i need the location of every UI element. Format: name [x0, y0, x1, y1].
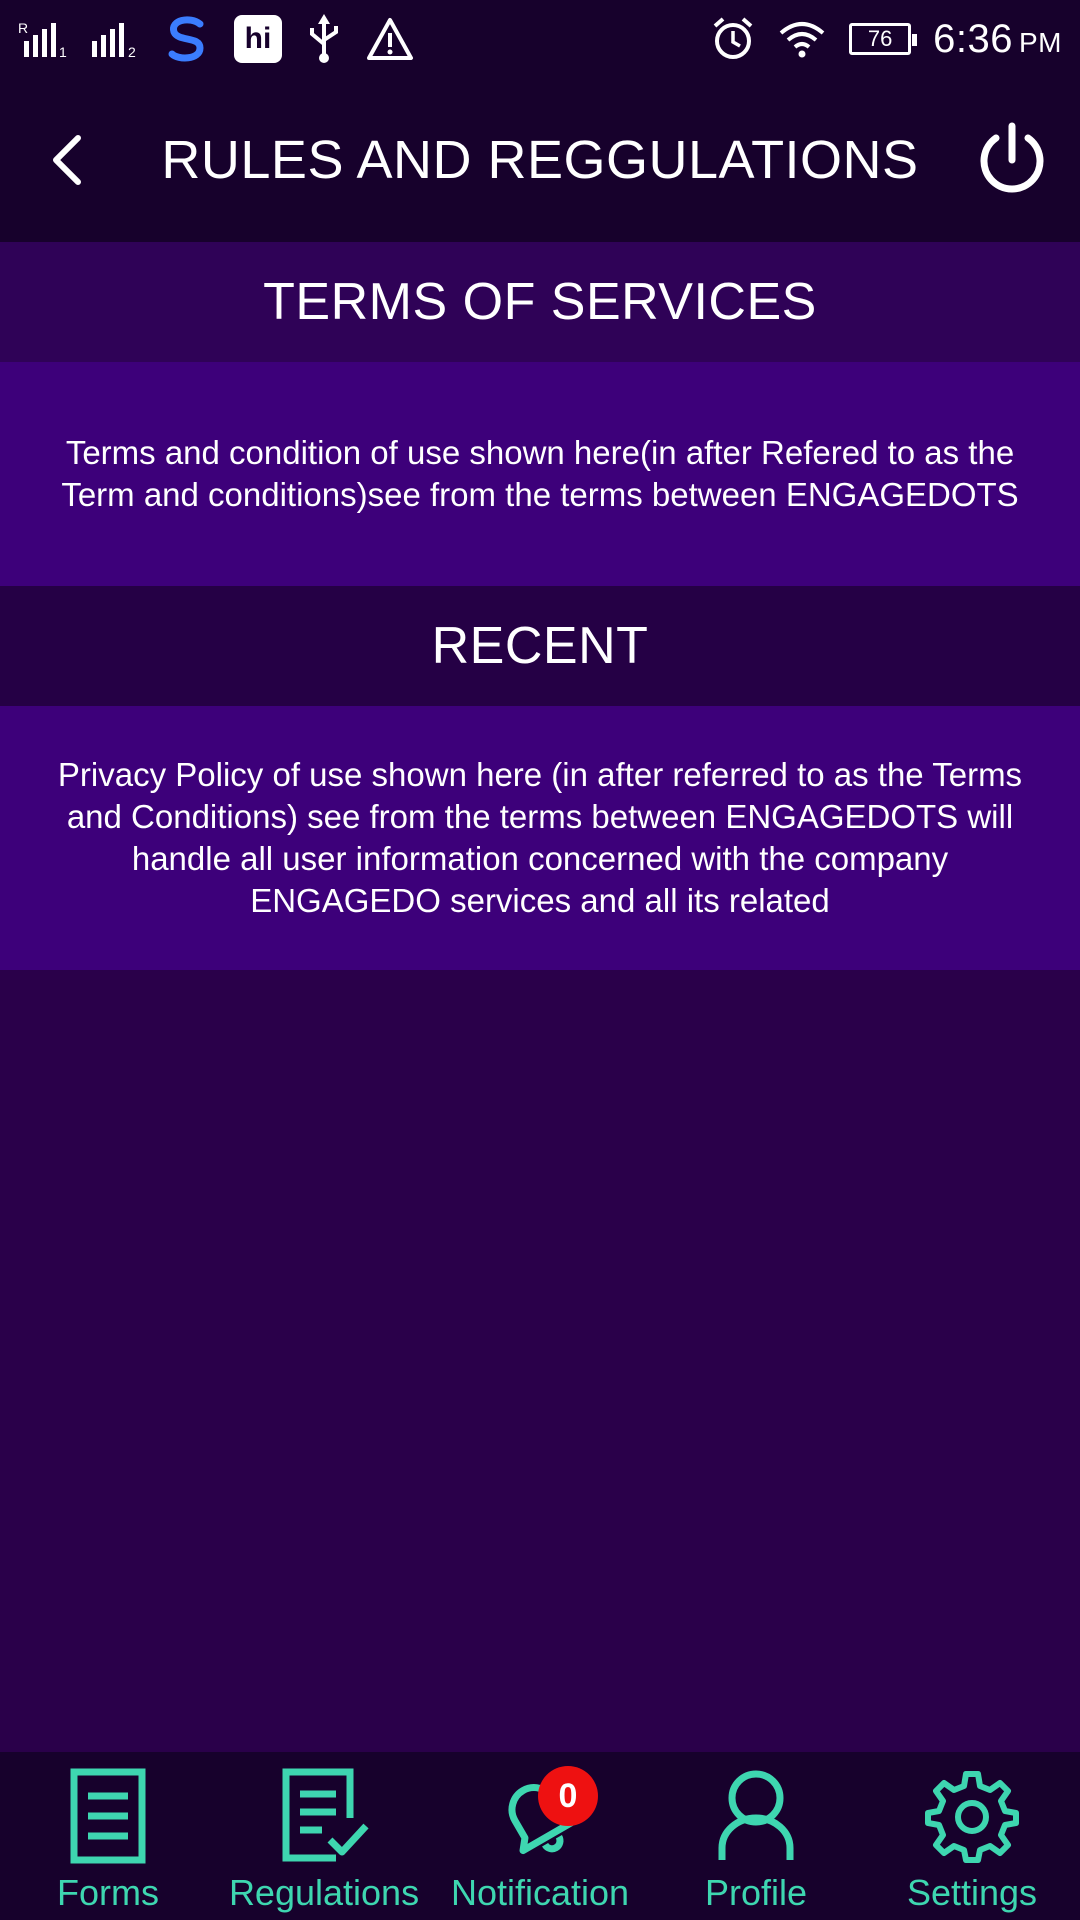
svg-text:R: R — [18, 20, 28, 36]
nav-regulations-label: Regulations — [228, 1872, 420, 1913]
chevron-left-icon — [53, 135, 81, 185]
nav-forms-label: Forms — [57, 1872, 159, 1913]
back-button[interactable] — [36, 120, 96, 200]
gear-icon — [922, 1766, 1022, 1866]
status-bar-left: R 1 2 hi — [18, 9, 414, 69]
s-app-icon — [162, 9, 212, 69]
svg-text:1: 1 — [59, 44, 67, 59]
page-title: RULES AND REGGULATIONS — [161, 130, 919, 190]
user-icon — [706, 1766, 806, 1866]
notification-badge: 0 — [538, 1766, 598, 1826]
bell-icon: 0 — [490, 1766, 598, 1866]
app-bar: RULES AND REGGULATIONS — [0, 78, 1080, 242]
recent-section-title: RECENT — [0, 586, 1080, 706]
nav-profile[interactable]: Profile — [648, 1752, 864, 1920]
nav-settings[interactable]: Settings — [864, 1752, 1080, 1920]
recent-section-body: Privacy Policy of use shown here (in aft… — [0, 706, 1080, 970]
recent-text: Privacy Policy of use shown here (in aft… — [57, 756, 1023, 919]
screen: R 1 2 hi 76 6:36 PM RULES AND REGGULATIO… — [0, 0, 1080, 1920]
terms-section-body: Terms and condition of use shown here(in… — [0, 362, 1080, 586]
warning-icon — [366, 9, 414, 69]
signal-r-icon: R 1 — [18, 9, 68, 69]
nav-settings-label: Settings — [906, 1872, 1038, 1913]
svg-text:2: 2 — [128, 44, 136, 59]
battery-icon: 76 — [849, 9, 918, 69]
usb-icon — [304, 9, 344, 69]
terms-section-title: TERMS OF SERVICES — [0, 242, 1080, 362]
nav-notification[interactable]: 0 Notification — [432, 1752, 648, 1920]
nav-profile-label: Profile — [704, 1872, 808, 1913]
document-icon — [58, 1766, 158, 1866]
nav-forms[interactable]: Forms — [0, 1752, 216, 1920]
nav-regulations[interactable]: Regulations — [216, 1752, 432, 1920]
power-button[interactable] — [972, 120, 1052, 200]
clock-ampm: PM — [1019, 26, 1062, 58]
signal-2-icon: 2 — [90, 9, 140, 69]
terms-text: Terms and condition of use shown here(in… — [61, 434, 1019, 513]
clock-time: 6:36 — [933, 16, 1013, 61]
alarm-icon — [711, 9, 755, 69]
checklist-icon — [274, 1766, 374, 1866]
battery-level: 76 — [849, 23, 918, 55]
bottom-nav: Forms Regulations 0 Notification Profile… — [0, 1752, 1080, 1920]
power-icon — [980, 122, 1044, 193]
wifi-icon — [777, 9, 827, 69]
nav-notification-label: Notification — [450, 1872, 630, 1913]
hi-app-label: hi — [234, 15, 282, 63]
status-bar-right: 76 6:36 PM — [711, 9, 1062, 69]
hi-app-icon: hi — [234, 9, 282, 69]
status-bar: R 1 2 hi 76 6:36 PM — [0, 0, 1080, 78]
clock: 6:36 PM — [933, 17, 1062, 62]
